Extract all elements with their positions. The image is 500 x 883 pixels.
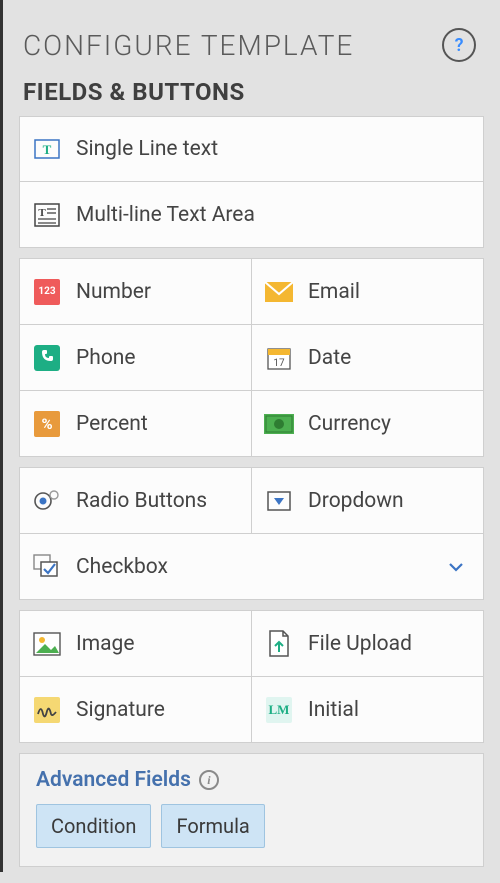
field-label: Dropdown xyxy=(308,489,404,513)
field-single-line-text[interactable]: T Single Line text xyxy=(20,117,483,182)
field-label: Single Line text xyxy=(76,137,218,161)
formula-button[interactable]: Formula xyxy=(161,804,264,848)
phone-icon xyxy=(32,343,62,373)
multi-line-text-icon: T xyxy=(32,200,62,230)
field-label: File Upload xyxy=(308,632,412,656)
advanced-fields-panel: Advanced Fields i Condition Formula xyxy=(19,753,484,867)
signature-icon xyxy=(32,695,62,725)
field-percent[interactable]: % Percent xyxy=(20,391,252,456)
field-initial[interactable]: LM Initial xyxy=(252,677,483,742)
field-dropdown[interactable]: Dropdown xyxy=(252,468,483,533)
radio-icon xyxy=(32,486,62,516)
field-radio-buttons[interactable]: Radio Buttons xyxy=(20,468,252,533)
help-icon[interactable]: ? xyxy=(442,28,476,62)
percent-icon: % xyxy=(32,409,62,439)
field-label: Initial xyxy=(308,698,359,722)
field-image[interactable]: Image xyxy=(20,611,252,676)
file-upload-icon xyxy=(264,629,294,659)
date-icon: 17 xyxy=(264,343,294,373)
field-label: Date xyxy=(308,346,351,370)
info-icon[interactable]: i xyxy=(199,770,219,790)
field-label: Phone xyxy=(76,346,136,370)
email-icon xyxy=(264,277,294,307)
number-icon: 123 xyxy=(32,277,62,307)
page-title: CONFIGURE TEMPLATE xyxy=(23,29,354,62)
field-multi-line-text[interactable]: T Multi-line Text Area xyxy=(20,182,483,247)
field-group-media: Image File Upload xyxy=(19,610,484,743)
field-currency[interactable]: Currency xyxy=(252,391,483,456)
field-label: Email xyxy=(308,280,360,304)
advanced-fields-title: Advanced Fields xyxy=(36,768,191,792)
field-label: Percent xyxy=(76,412,148,436)
field-group-basic: 123 Number Email xyxy=(19,258,484,457)
field-group-choice: Radio Buttons Dropdown C xyxy=(19,467,484,600)
svg-text:17: 17 xyxy=(273,358,285,369)
field-label: Checkbox xyxy=(76,555,168,579)
checkbox-icon xyxy=(32,552,62,582)
image-icon xyxy=(32,629,62,659)
field-label: Radio Buttons xyxy=(76,489,207,513)
condition-button[interactable]: Condition xyxy=(36,804,151,848)
section-title: FIELDS & BUTTONS xyxy=(19,76,484,116)
field-number[interactable]: 123 Number xyxy=(20,259,252,324)
field-label: Image xyxy=(76,632,134,656)
dropdown-icon xyxy=(264,486,294,516)
field-email[interactable]: Email xyxy=(252,259,483,324)
svg-text:T: T xyxy=(43,142,52,157)
field-label: Multi-line Text Area xyxy=(76,203,255,227)
field-label: Currency xyxy=(308,412,391,436)
field-file-upload[interactable]: File Upload xyxy=(252,611,483,676)
field-phone[interactable]: Phone xyxy=(20,325,252,390)
field-signature[interactable]: Signature xyxy=(20,677,252,742)
svg-text:T: T xyxy=(38,207,46,219)
field-label: Signature xyxy=(76,698,165,722)
chevron-down-icon xyxy=(447,558,465,576)
currency-icon xyxy=(264,409,294,439)
field-date[interactable]: 17 Date xyxy=(252,325,483,390)
field-label: Number xyxy=(76,280,151,304)
initial-icon: LM xyxy=(264,695,294,725)
single-line-text-icon: T xyxy=(32,134,62,164)
field-group-text: T Single Line text T Multi-line Text Are… xyxy=(19,116,484,248)
field-checkbox[interactable]: Checkbox xyxy=(20,534,483,599)
